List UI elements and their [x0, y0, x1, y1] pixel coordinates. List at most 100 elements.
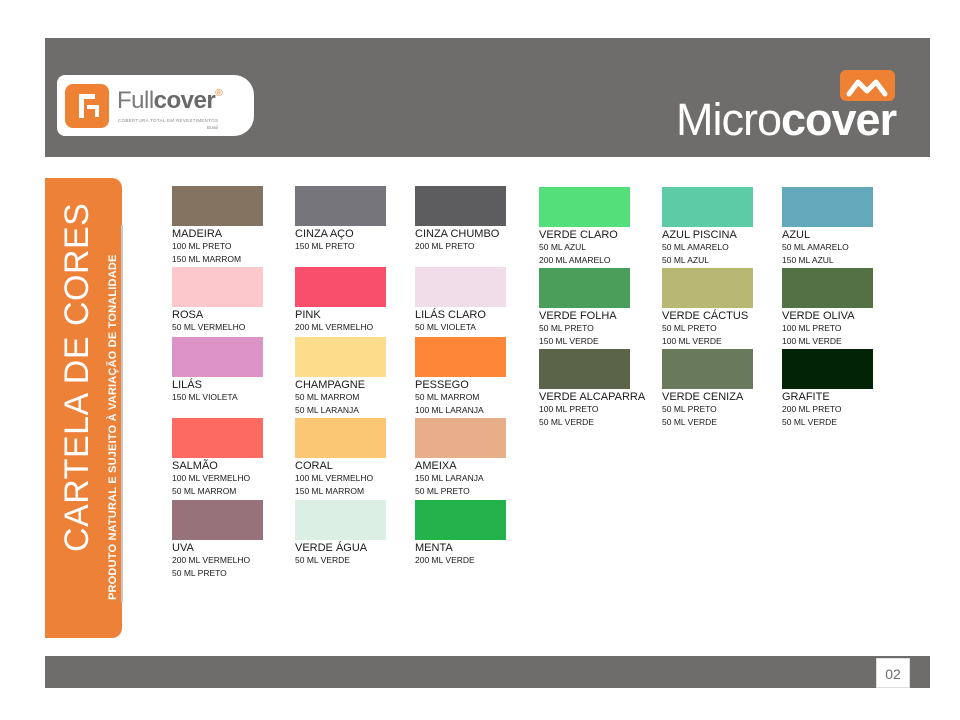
color-item: LILÁS 150 ML VIOLETA — [172, 337, 282, 404]
color-swatch — [415, 337, 506, 377]
color-swatch — [782, 349, 873, 389]
color-name: VERDE FOLHA — [539, 310, 617, 322]
color-swatch — [662, 268, 753, 308]
color-name: GRAFITE — [782, 391, 830, 403]
color-swatch — [295, 267, 386, 307]
color-recipe-line: 100 ML VERDE — [662, 336, 722, 346]
color-name: AZUL — [782, 229, 811, 241]
color-swatch — [782, 187, 873, 227]
color-swatch — [415, 186, 506, 226]
color-item: CINZA CHUMBO 200 ML PRETO — [415, 186, 525, 253]
color-swatch — [295, 186, 386, 226]
color-item: MADEIRA 100 ML PRETO 150 ML MARROM — [172, 186, 282, 266]
color-recipe-line: 50 ML VERDE — [295, 555, 350, 565]
color-recipe-line: 50 ML PRETO — [662, 323, 717, 333]
color-item: LILÁS CLARO 50 ML VIOLETA — [415, 267, 525, 334]
page-number-box: 02 — [876, 658, 910, 688]
color-name: CHAMPAGNE — [295, 379, 366, 391]
color-item: VERDE CÁCTUS 50 ML PRETO 100 ML VERDE — [662, 268, 772, 348]
color-name: MENTA — [415, 542, 453, 554]
color-item: PESSEGO 50 ML MARROM 100 ML LARANJA — [415, 337, 525, 417]
color-swatch — [172, 267, 263, 307]
color-recipe-line: 50 ML MARROM — [295, 392, 360, 402]
color-swatch — [415, 500, 506, 540]
color-swatch — [415, 418, 506, 458]
color-item: CINZA AÇO 150 ML PRETO — [295, 186, 405, 253]
color-swatch — [662, 187, 753, 227]
color-item: PINK 200 ML VERMELHO — [295, 267, 405, 334]
color-swatch — [295, 500, 386, 540]
color-item: AMEIXA 150 ML LARANJA 50 ML PRETO — [415, 418, 525, 498]
microcover-logo-text: Microcover — [676, 94, 897, 145]
color-recipe-line: 200 ML VERMELHO — [295, 322, 374, 332]
color-name: VERDE CENIZA — [662, 391, 744, 403]
color-recipe-line: 150 ML VERDE — [539, 336, 599, 346]
color-recipe-line: 100 ML LARANJA — [415, 405, 484, 415]
color-name: AZUL PISCINA — [662, 229, 737, 241]
color-recipe-line: 50 ML VERMELHO — [172, 322, 246, 332]
color-recipe-line: 200 ML VERMELHO — [172, 555, 251, 565]
color-recipe-line: 200 ML VERDE — [415, 555, 475, 565]
color-name: CINZA AÇO — [295, 228, 354, 240]
color-recipe-line: 150 ML VIOLETA — [172, 392, 238, 402]
fullcover-logo: Fullcover® COBERTURA TOTAL EM REVESTIMEN… — [57, 75, 254, 136]
color-recipe-line: 50 ML AZUL — [539, 242, 586, 252]
color-name: VERDE ALCAPARRA — [539, 391, 646, 403]
color-recipe-line: 150 ML MARROM — [172, 254, 242, 264]
color-recipe-line: 200 ML PRETO — [782, 404, 842, 414]
color-name: CINZA CHUMBO — [415, 228, 500, 240]
color-item: MENTA 200 ML VERDE — [415, 500, 525, 567]
color-recipe-line: 100 ML VERMELHO — [172, 473, 251, 483]
color-swatch — [539, 349, 630, 389]
fullcover-tagline: COBERTURA TOTAL EM REVESTIMENTOS — [118, 118, 219, 123]
color-name: VERDE OLIVA — [782, 310, 855, 322]
color-recipe-line: 50 ML AMARELO — [662, 242, 729, 252]
color-recipe-line: 150 ML MARROM — [295, 486, 365, 496]
fullcover-logo-text: Fullcover® — [117, 87, 223, 114]
page-number: 02 — [885, 666, 901, 682]
color-item: CHAMPAGNE 50 ML MARROM 50 ML LARANJA — [295, 337, 405, 417]
color-item: GRAFITE 200 ML PRETO 50 ML VERDE — [782, 349, 892, 429]
color-swatch — [539, 187, 630, 227]
color-recipe-line: 200 ML PRETO — [415, 241, 475, 251]
color-name: AMEIXA — [415, 460, 457, 472]
color-recipe-line: 50 ML VERDE — [539, 417, 594, 427]
color-swatch — [415, 267, 506, 307]
color-recipe-line: 100 ML PRETO — [172, 241, 232, 251]
color-recipe-line: 50 ML PRETO — [172, 568, 227, 578]
color-recipe-line: 50 ML VERDE — [782, 417, 837, 427]
color-name: LILÁS — [172, 379, 202, 391]
color-recipe-line: 200 ML AMARELO — [539, 255, 611, 265]
color-name: PINK — [295, 309, 321, 321]
color-item: SALMÃO 100 ML VERMELHO 50 ML MARROM — [172, 418, 282, 498]
color-item: AZUL PISCINA 50 ML AMARELO 50 ML AZUL — [662, 187, 772, 267]
color-swatch — [172, 337, 263, 377]
sidebar-subtitle: PRODUTO NATURAL E SUJEITO À VARIAÇÃO DE … — [107, 254, 119, 600]
color-swatch — [172, 186, 263, 226]
color-item: UVA 200 ML VERMELHO 50 ML PRETO — [172, 500, 282, 580]
color-item: VERDE CLARO 50 ML AZUL 200 ML AMARELO — [539, 187, 649, 267]
color-name: MADEIRA — [172, 228, 223, 240]
color-recipe-line: 50 ML AZUL — [662, 255, 709, 265]
color-name: ROSA — [172, 309, 204, 321]
color-item: VERDE OLIVA 100 ML PRETO 100 ML VERDE — [782, 268, 892, 348]
color-recipe-line: 50 ML VERDE — [662, 417, 717, 427]
color-recipe-line: 100 ML PRETO — [539, 404, 599, 414]
color-recipe-line: 100 ML VERDE — [782, 336, 842, 346]
color-name: VERDE CLARO — [539, 229, 618, 241]
color-recipe-line: 150 ML PRETO — [295, 241, 355, 251]
color-name: VERDE CÁCTUS — [662, 310, 749, 322]
color-recipe-line: 50 ML AMARELO — [782, 242, 849, 252]
color-name: SALMÃO — [172, 460, 218, 472]
fullcover-country: Brasil — [207, 125, 219, 130]
color-name: VERDE ÁGUA — [295, 542, 368, 554]
color-swatch — [662, 349, 753, 389]
color-recipe-line: 150 ML AZUL — [782, 255, 834, 265]
color-item: AZUL 50 ML AMARELO 150 ML AZUL — [782, 187, 892, 267]
color-item: VERDE CENIZA 50 ML PRETO 50 ML VERDE — [662, 349, 772, 429]
footer-bar — [45, 656, 930, 688]
color-name: UVA — [172, 542, 194, 554]
color-swatch — [172, 500, 263, 540]
sidebar-title: CARTELA DE CORES — [58, 202, 96, 552]
color-name: LILÁS CLARO — [415, 309, 486, 321]
